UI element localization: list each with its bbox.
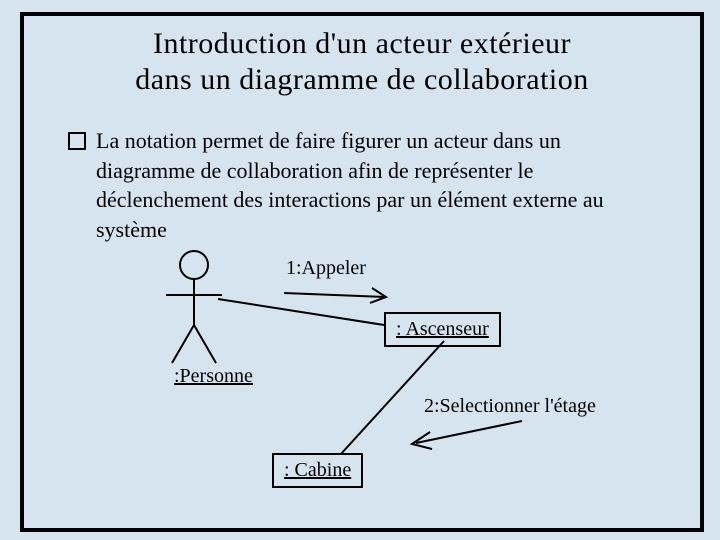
message-1-label: 1:Appeler: [286, 257, 366, 280]
bullet-text: La notation permet de faire figurer un a…: [96, 126, 656, 245]
title-line-1: Introduction d'un acteur extérieur: [153, 27, 571, 60]
title-line-2: dans un diagramme de collaboration: [135, 63, 589, 96]
slide-title: Introduction d'un acteur extérieur dans …: [24, 26, 700, 98]
actor-label: :Personne: [174, 365, 253, 388]
collaboration-diagram: :Personne 1:Appeler : Ascenseur 2:Select…: [24, 245, 700, 525]
bullet-row: La notation permet de faire figurer un a…: [68, 126, 656, 245]
slide-frame: Introduction d'un acteur extérieur dans …: [20, 12, 704, 532]
object-cabine: : Cabine: [272, 453, 363, 488]
bullet-marker-icon: [68, 132, 86, 150]
